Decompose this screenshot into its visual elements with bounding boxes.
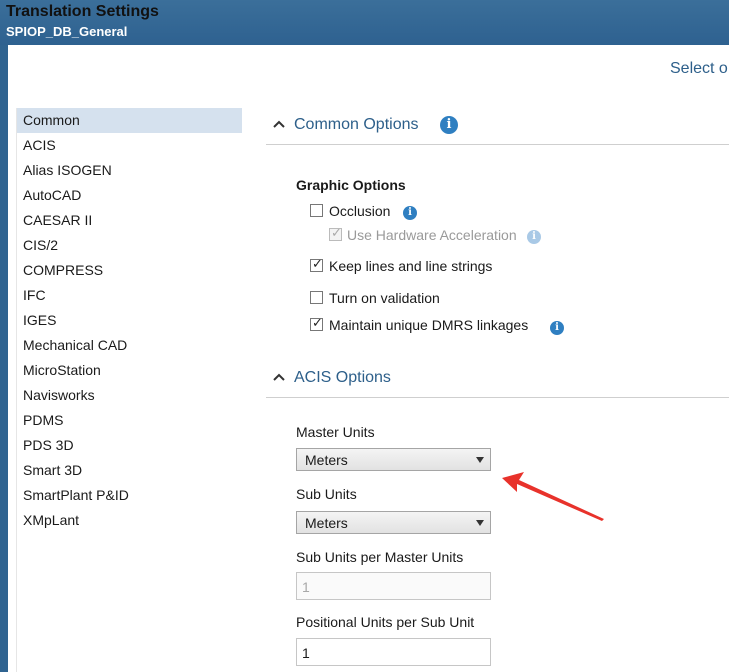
window-title: Translation Settings [6,3,159,20]
sidebar-item-alias-isogen[interactable]: Alias ISOGEN [17,158,242,183]
graphic-options-label: Graphic Options [296,177,406,193]
acis-options-title: ACIS Options [294,369,391,386]
sidebar-item-autocad[interactable]: AutoCAD [17,183,242,208]
sidebar-item-smart-3d[interactable]: Smart 3D [17,458,242,483]
sidebar-item-common[interactable]: Common [17,108,242,133]
sidebar-item-smartplant-pid[interactable]: SmartPlant P&ID [17,483,242,508]
occlusion-label: Occlusion [329,203,391,219]
positional-per-sub-value: 1 [302,645,310,661]
sidebar-item-navisworks[interactable]: Navisworks [17,383,242,408]
sub-units-value: Meters [305,515,348,531]
sidebar-item-iges[interactable]: IGES [17,308,242,333]
chevron-up-icon[interactable] [272,117,286,131]
keep-lines-checkbox[interactable]: ✓ [310,256,323,272]
sidebar-item-xmplant[interactable]: XMpLant [17,508,242,533]
sidebar-item-compress[interactable]: COMPRESS [17,258,242,283]
select-link[interactable]: Select o [670,60,728,78]
dmrs-info-icon[interactable]: i [550,321,564,335]
validation-checkbox[interactable] [310,291,323,304]
sidebar-item-mechanical-cad[interactable]: Mechanical CAD [17,333,242,358]
window-title-bar: Translation Settings SPIOP_DB_General [0,0,729,45]
dmrs-label: Maintain unique DMRS linkages [329,317,529,333]
common-options-title: Common Options [294,116,419,133]
validation-label: Turn on validation [329,290,440,306]
sidebar-item-pds-3d[interactable]: PDS 3D [17,433,242,458]
checkmark-icon: ✓ [312,315,323,330]
hw-accel-label: Use Hardware Acceleration [347,227,517,243]
dmrs-checkbox[interactable]: ✓ [310,315,323,331]
master-units-value: Meters [305,452,348,468]
occlusion-checkbox[interactable] [310,204,323,217]
checkmark-icon: ✓ [312,256,323,271]
sub-per-master-field: 1 [296,572,491,600]
positional-per-sub-field[interactable]: 1 [296,638,491,666]
acis-options-header[interactable]: ACIS Options [266,361,729,398]
sub-units-label: Sub Units [296,486,357,502]
positional-per-sub-label: Positional Units per Sub Unit [296,614,475,630]
hw-accel-info-icon[interactable]: i [527,230,541,244]
options-panel: Common Options i Graphic Options Occlusi… [242,108,729,672]
sidebar-item-pdms[interactable]: PDMS [17,408,242,433]
sidebar-item-acis[interactable]: ACIS [17,133,242,158]
window-subtitle: SPIOP_DB_General [6,24,128,39]
sidebar-item-microstation[interactable]: MicroStation [17,358,242,383]
sub-per-master-label: Sub Units per Master Units [296,549,464,565]
category-list: Common ACIS Alias ISOGEN AutoCAD CAESAR … [16,108,243,672]
sidebar-item-cis2[interactable]: CIS/2 [17,233,242,258]
chevron-up-icon[interactable] [272,370,286,384]
sub-per-master-value: 1 [302,579,310,595]
sidebar-item-caesar-ii[interactable]: CAESAR II [17,208,242,233]
common-options-header[interactable]: Common Options i [266,108,729,145]
master-units-label: Master Units [296,424,375,440]
hw-accel-checkbox: ✓ [329,225,342,241]
occlusion-info-icon[interactable]: i [403,206,417,220]
dropdown-arrow-icon [476,457,484,463]
checkmark-icon: ✓ [331,225,342,240]
dropdown-arrow-icon [476,520,484,526]
master-units-dropdown[interactable]: Meters [296,448,491,471]
sidebar-item-ifc[interactable]: IFC [17,283,242,308]
window-border [0,45,8,672]
sub-units-dropdown[interactable]: Meters [296,511,491,534]
keep-lines-label: Keep lines and line strings [329,258,493,274]
info-icon[interactable]: i [440,116,458,134]
